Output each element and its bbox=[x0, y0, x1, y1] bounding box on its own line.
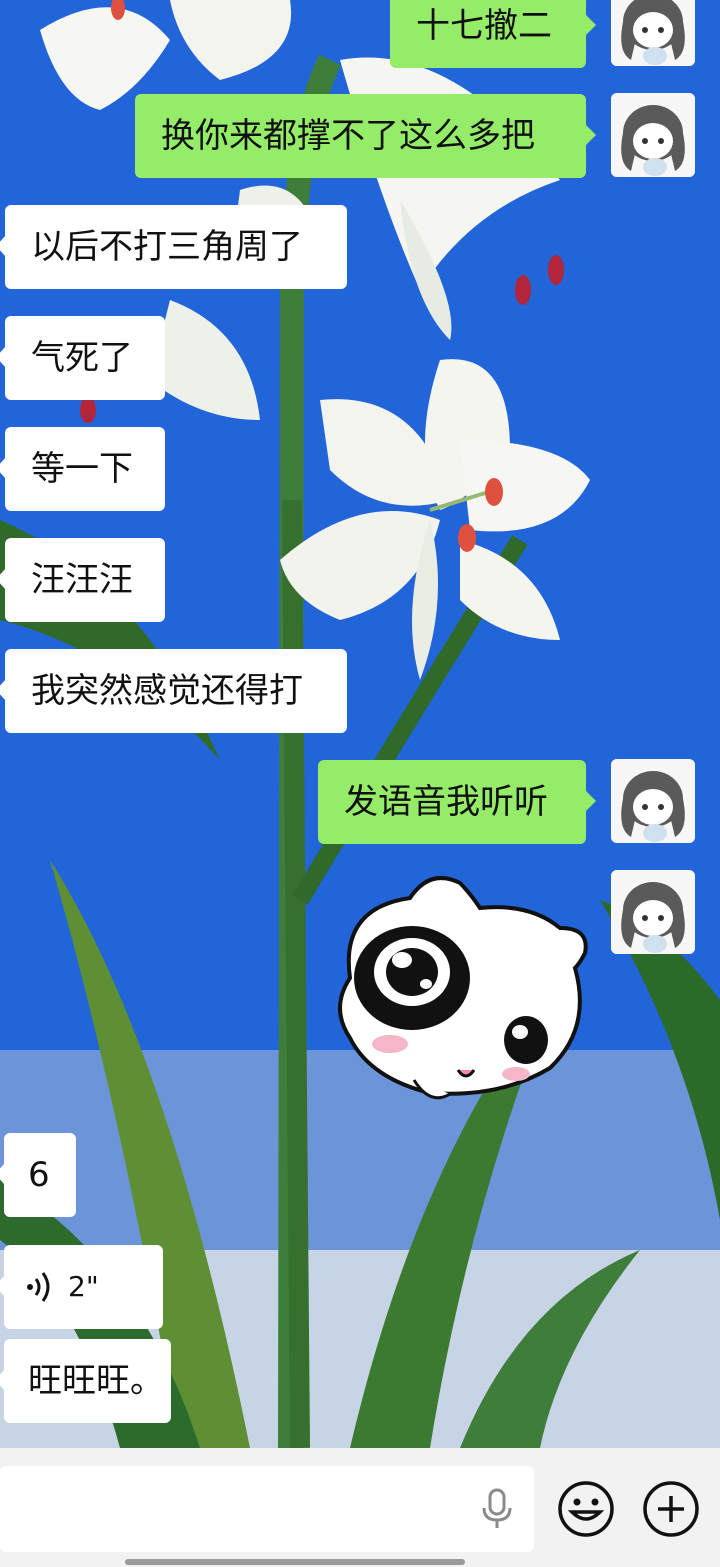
message-bubble[interactable]: 旺旺旺。 bbox=[0, 1339, 171, 1423]
message-bubble[interactable]: 换你来都撑不了这么多把 bbox=[135, 94, 596, 178]
chat-screen: 十七撤二 换你来都撑不了这么多把 以后不打三角周了 气死了 等一下 汪汪汪 我突… bbox=[0, 0, 720, 1567]
user-avatar[interactable] bbox=[611, 93, 695, 177]
home-indicator[interactable] bbox=[125, 1559, 465, 1565]
user-avatar[interactable] bbox=[611, 0, 695, 66]
message-input[interactable] bbox=[0, 1466, 534, 1552]
crying-white-cat-sticker[interactable] bbox=[330, 868, 592, 1110]
message-bubble[interactable]: 以后不打三角周了 bbox=[0, 205, 347, 289]
microphone-icon[interactable] bbox=[480, 1488, 514, 1530]
plus-circle-icon[interactable] bbox=[642, 1480, 700, 1538]
message-bubble[interactable]: 发语音我听听 bbox=[318, 760, 596, 844]
message-bubble[interactable]: 等一下 bbox=[0, 427, 165, 511]
voice-duration: 2" bbox=[68, 1270, 99, 1303]
message-bubble[interactable]: 6 bbox=[0, 1133, 76, 1217]
voice-message-bubble[interactable]: 2" bbox=[0, 1245, 163, 1329]
user-avatar[interactable] bbox=[611, 870, 695, 954]
message-bubble[interactable]: 汪汪汪 bbox=[0, 538, 165, 622]
smiley-face-icon[interactable] bbox=[557, 1480, 615, 1538]
message-bubble[interactable]: 十七撤二 bbox=[390, 0, 596, 68]
message-bubble[interactable]: 我突然感觉还得打 bbox=[0, 649, 347, 733]
user-avatar[interactable] bbox=[611, 759, 695, 843]
message-bubble[interactable]: 气死了 bbox=[0, 316, 165, 400]
voice-wave-icon bbox=[27, 1272, 50, 1302]
